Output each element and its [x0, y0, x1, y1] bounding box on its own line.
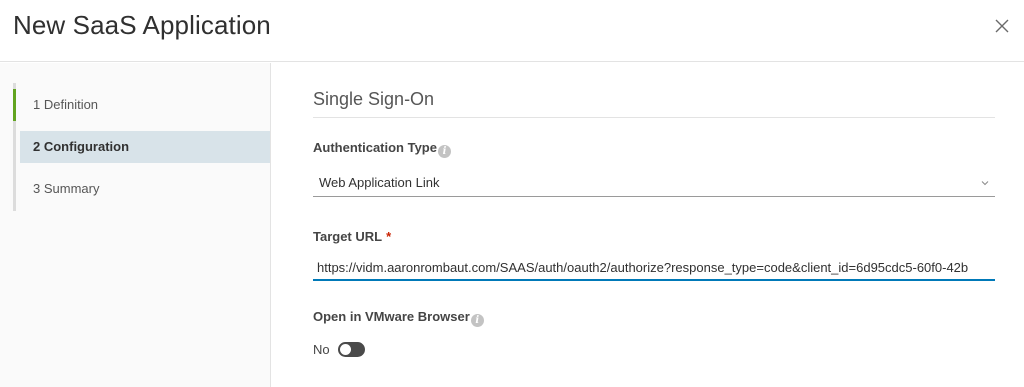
info-icon[interactable]: i: [470, 314, 484, 327]
vmware-browser-label: Open in VMware Browser i: [313, 309, 484, 327]
close-icon[interactable]: [992, 16, 1012, 36]
toggle-state-text: No: [313, 341, 330, 357]
toggle-knob: [339, 343, 351, 355]
step-configuration[interactable]: 2 Configuration: [20, 131, 270, 163]
info-icon[interactable]: i: [437, 145, 451, 158]
auth-type-label-text: Authentication Type: [313, 140, 437, 155]
section-title: Single Sign-On: [313, 89, 435, 109]
auth-type-value: Web Application Link: [319, 175, 440, 190]
chevron-down-icon: [981, 181, 989, 186]
vmware-browser-toggle[interactable]: [337, 341, 365, 357]
modal-title: New SaaS Application: [13, 10, 271, 40]
target-url-label: Target URL *: [313, 229, 391, 244]
step-summary[interactable]: 3 Summary: [13, 173, 270, 205]
required-indicator: *: [386, 229, 392, 244]
wizard-content: Single Sign-On Authentication Type i Web …: [272, 63, 1024, 387]
step-definition[interactable]: 1 Definition: [13, 89, 270, 121]
auth-type-label: Authentication Type i: [313, 140, 451, 158]
vmware-browser-toggle-row: No: [313, 340, 365, 358]
target-url-label-text: Target URL: [313, 229, 383, 244]
auth-type-select[interactable]: Web Application Link: [313, 169, 995, 197]
vmware-browser-label-text: Open in VMware Browser: [313, 309, 470, 324]
wizard-step-nav: 1 Definition 2 Configuration 3 Summary: [0, 63, 271, 387]
target-url-input[interactable]: [313, 255, 995, 281]
section-divider: [313, 117, 995, 118]
modal-header: New SaaS Application: [0, 0, 1024, 62]
